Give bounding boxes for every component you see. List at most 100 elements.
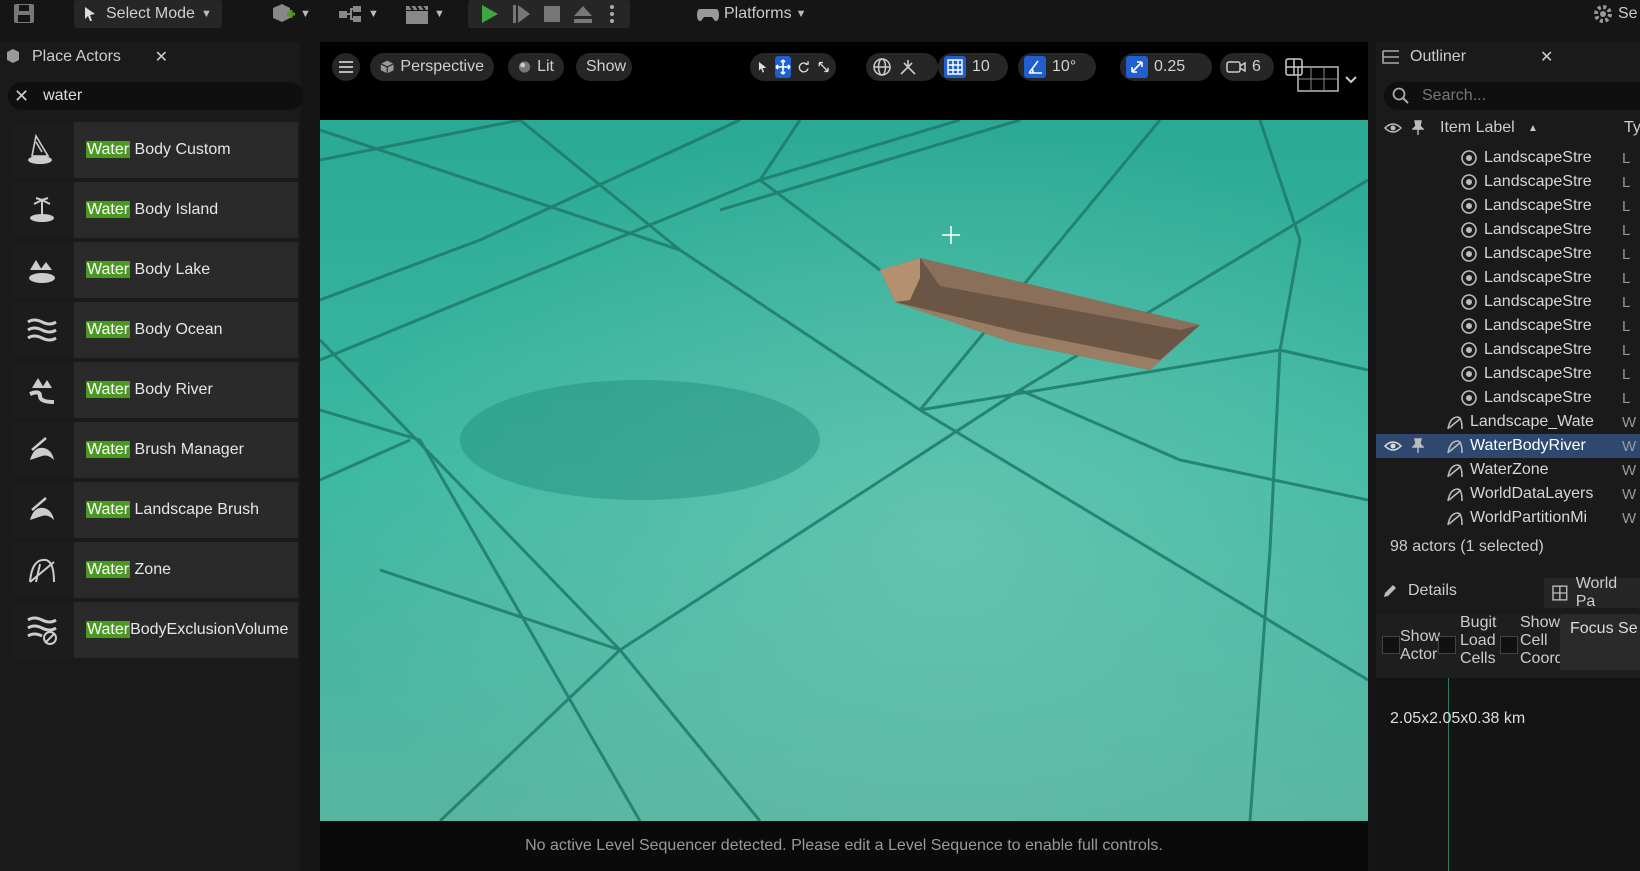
outliner-search-input[interactable]: Search... (1422, 87, 1486, 105)
translate-icon[interactable] (775, 56, 792, 78)
outliner-row[interactable]: LandscapeStre L (1376, 218, 1640, 242)
actor-item[interactable]: Water Zone (10, 542, 298, 598)
actor-search-input[interactable]: water (43, 87, 82, 105)
select-arrow-icon[interactable] (756, 58, 769, 76)
outliner-row[interactable]: LandscapeStre L (1376, 362, 1640, 386)
view-mode-button[interactable]: Lit (508, 53, 564, 81)
more-options-icon[interactable] (608, 4, 616, 24)
viewport-menu-button[interactable] (332, 53, 360, 81)
scale-snap-toggle[interactable]: 0.25 (1120, 53, 1212, 81)
world-partition-tab[interactable]: World Pa (1544, 575, 1640, 610)
actor-search-field[interactable]: ✕ water (8, 82, 303, 110)
stop-icon[interactable] (542, 4, 562, 24)
scale-icon[interactable] (817, 58, 830, 76)
details-tab[interactable]: Details (1382, 582, 1457, 600)
pin-icon[interactable] (1412, 120, 1424, 136)
viewport-layout-dropdown[interactable] (1296, 62, 1362, 96)
clear-search-icon[interactable]: ✕ (14, 86, 29, 107)
sort-ascending-icon: ▲ (1528, 122, 1538, 134)
actor-item[interactable]: Water Body Ocean (10, 302, 298, 358)
visibility-eye-icon[interactable] (1384, 440, 1402, 452)
rotation-snap-toggle[interactable]: 10° (1018, 53, 1096, 81)
world-partition-options: Show Actor Bugit Load Cells Show Cell Co… (1376, 614, 1640, 678)
pin-icon[interactable] (1412, 438, 1424, 454)
grid-snap-value[interactable]: 10 (972, 58, 990, 76)
surface-snap-icon[interactable] (898, 57, 918, 77)
outliner-row-type: L (1622, 173, 1631, 191)
outliner-row[interactable]: LandscapeStre L (1376, 338, 1640, 362)
cube-icon (380, 60, 394, 74)
outliner-row-type: L (1622, 341, 1631, 359)
outliner-row[interactable]: WorldDataLayers W (1376, 482, 1640, 506)
outliner-row[interactable]: LandscapeStre L (1376, 194, 1640, 218)
add-actor-button[interactable]: ▼ (270, 0, 311, 28)
blueprints-button[interactable]: ▼ (338, 0, 379, 28)
search-match-highlight: Water (86, 321, 131, 338)
show-actor-option[interactable]: Show Actor (1380, 622, 1440, 670)
rotate-icon[interactable] (797, 58, 810, 76)
outliner-row[interactable]: LandscapeStre L (1376, 386, 1640, 410)
eject-icon[interactable] (572, 3, 594, 25)
settings-button[interactable]: Se (1592, 0, 1638, 28)
scale-snap-value[interactable]: 0.25 (1154, 58, 1185, 76)
play-icon[interactable] (478, 3, 500, 25)
show-cell-coord-option[interactable]: Show Cell Coord (1500, 614, 1564, 678)
viewport-scene[interactable] (320, 120, 1368, 821)
actor-item-label: Water Body Custom (74, 141, 231, 159)
outliner-row[interactable]: LandscapeStre L (1376, 170, 1640, 194)
close-icon[interactable]: ✕ (1540, 47, 1553, 67)
actor-item[interactable]: Water Body Lake (10, 242, 298, 298)
grid-snap-icon (944, 56, 966, 78)
close-icon[interactable]: ✕ (155, 47, 168, 67)
outliner-row[interactable]: WaterZone W (1376, 458, 1640, 482)
outliner-row-type: L (1622, 317, 1631, 335)
actor-item[interactable]: Water Brush Manager (10, 422, 298, 478)
outliner-row[interactable]: LandscapeStre L (1376, 266, 1640, 290)
focus-selection-button[interactable]: Focus Se (1560, 614, 1640, 670)
step-forward-icon[interactable] (510, 3, 532, 25)
water-body-custom-icon (10, 122, 74, 178)
outliner-search-field[interactable]: Search... (1384, 82, 1640, 110)
bugit-load-cells-checkbox[interactable] (1438, 636, 1456, 654)
place-actors-panel: Place Actors ✕ ✕ water Water Body Custom… (0, 42, 303, 871)
water-brush-manager-icon (10, 422, 74, 478)
outliner-row[interactable]: Landscape_Wate W (1376, 410, 1640, 434)
type-column[interactable]: Ty (1624, 119, 1640, 137)
select-mode-dropdown[interactable]: Select Mode ▼ (74, 0, 222, 28)
gear-icon (1594, 5, 1612, 23)
save-button[interactable] (12, 0, 36, 28)
outliner-row[interactable]: LandscapeStre L (1376, 314, 1640, 338)
water-zone-icon (10, 542, 74, 598)
show-actor-checkbox[interactable] (1382, 636, 1400, 654)
platforms-dropdown[interactable]: Platforms ▼ (696, 0, 806, 28)
world-partition-minimap[interactable]: 2.05x2.05x0.38 km (1376, 678, 1640, 871)
viewport-toolbar: Perspective Lit Show 10 10° 0.25 6 (320, 42, 1368, 120)
world-globe-icon[interactable] (872, 57, 892, 77)
actor-item[interactable]: Water Body River (10, 362, 298, 418)
play-controls (468, 0, 630, 28)
outliner-row[interactable]: WorldPartitionMi W (1376, 506, 1640, 530)
outliner-row[interactable]: LandscapeStre L (1376, 242, 1640, 266)
outliner-row[interactable]: WaterBodyRiver W (1376, 434, 1640, 458)
perspective-button[interactable]: Perspective (370, 53, 494, 81)
actor-item[interactable]: WaterBodyExclusionVolume (10, 602, 298, 658)
rotation-snap-value[interactable]: 10° (1052, 58, 1076, 76)
actor-item[interactable]: Water Body Custom (10, 122, 298, 178)
transform-tools (750, 53, 836, 81)
show-cell-coord-checkbox[interactable] (1500, 636, 1518, 654)
outliner-row[interactable]: LandscapeStre L (1376, 290, 1640, 314)
outliner-row[interactable]: LandscapeStre L (1376, 146, 1640, 170)
outliner-tab[interactable]: Outliner ✕ (1382, 42, 1640, 72)
actor-type-icon (1447, 416, 1463, 430)
item-label-column[interactable]: Item Label (1440, 119, 1515, 137)
visibility-eye-icon[interactable] (1384, 122, 1402, 134)
actor-item[interactable]: Water Landscape Brush (10, 482, 298, 538)
cinematics-button[interactable]: ▼ (404, 0, 445, 28)
show-flags-button[interactable]: Show (576, 53, 632, 81)
place-actors-tab-label: Place Actors (32, 48, 121, 65)
camera-speed-button[interactable]: 6 (1220, 53, 1274, 81)
bugit-load-cells-option[interactable]: Bugit Load Cells (1438, 614, 1500, 678)
grid-snap-toggle[interactable]: 10 (938, 53, 1008, 81)
place-actors-tab[interactable]: Place Actors ✕ (4, 42, 180, 72)
actor-item[interactable]: Water Body Island (10, 182, 298, 238)
